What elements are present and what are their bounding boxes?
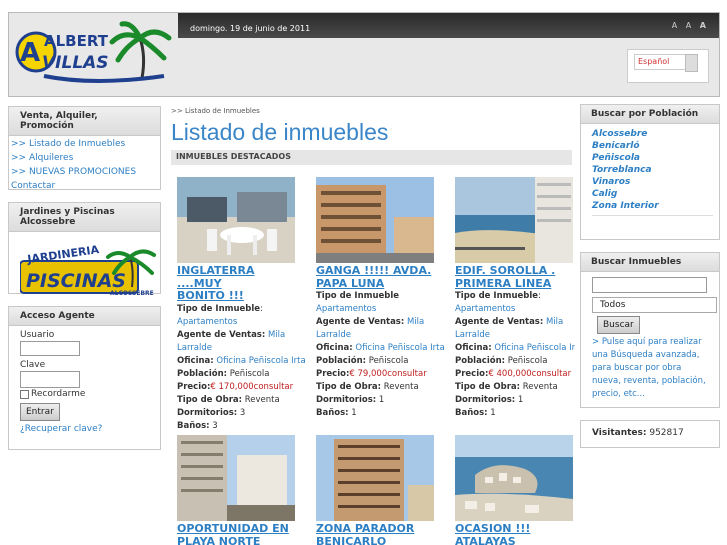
password-label: Clave — [20, 360, 46, 370]
search-select[interactable]: Todos — [592, 297, 717, 313]
garden-banner[interactable]: JARDINERIA PISCINAS ALCOSSEBRE — [19, 239, 160, 301]
listing-title[interactable]: INGLATERRA ....MUY BONITO !!! — [177, 264, 297, 303]
listing-photo[interactable] — [455, 435, 573, 521]
login-button[interactable]: Entrar — [20, 403, 60, 421]
username-input[interactable] — [20, 341, 80, 356]
town-link[interactable]: Benicarló — [592, 140, 719, 152]
site-logo[interactable]: A ALBERT VILLAS — [14, 16, 174, 91]
listing-title[interactable]: EDIF. SOROLLA . PRIMERA LINEA — [455, 264, 575, 290]
listing-title[interactable]: GANGA !!!!! AVDA. PAPA LUNA — [316, 264, 436, 290]
town-link[interactable]: Torreblanca — [592, 164, 719, 176]
password-input[interactable] — [20, 371, 80, 388]
search-box: Buscar Inmuebles Todos Buscar > Pulse aq… — [580, 252, 720, 408]
login-box: Acceso Agente Usuario Clave Recordarme E… — [8, 306, 161, 450]
menu-box: Venta, Alquiler, Promoción >> Listado de… — [8, 106, 161, 193]
town-link[interactable]: Vinaros — [592, 176, 719, 188]
listing-card: OCASION !!! ATALAYAS — [455, 435, 575, 545]
language-box: Español — [627, 49, 709, 83]
garden-box: Jardines y Piscinas Alcossebre JARDINERI… — [8, 202, 161, 297]
town-link[interactable]: Alcossebre — [592, 128, 719, 140]
listing-card: INGLATERRA ....MUY BONITO !!! Tipo de Inm… — [177, 177, 306, 433]
font-small-button[interactable]: A — [672, 21, 680, 30]
listing-title[interactable]: ZONA PARADOR BENICARLO — [316, 522, 436, 545]
menu-item-promociones[interactable]: >> NUEVAS PROMOCIONES — [9, 165, 160, 179]
listing-title[interactable]: OPORTUNIDAD EN PLAYA NORTE — [177, 522, 297, 545]
font-large-button[interactable]: A — [700, 21, 709, 30]
search-button[interactable]: Buscar — [597, 316, 640, 334]
svg-text:ALCOSSEBRE: ALCOSSEBRE — [110, 290, 154, 297]
font-medium-button[interactable]: A — [686, 21, 694, 30]
svg-text:VILLAS: VILLAS — [42, 53, 109, 73]
visitors-box: Visitantes: 952817 — [580, 420, 720, 448]
search-title: Buscar Inmuebles — [581, 253, 719, 272]
towns-box: Buscar por Población Alcossebre Benicarl… — [580, 104, 720, 240]
listing-card: OPORTUNIDAD EN PLAYA NORTE — [177, 435, 297, 545]
search-input[interactable] — [592, 277, 707, 293]
font-size-controls[interactable]: A A A — [672, 21, 709, 30]
listing-card: ZONA PARADOR BENICARLO — [316, 435, 436, 545]
user-label: Usuario — [20, 330, 55, 340]
divider — [592, 215, 713, 216]
svg-text:ALBERT: ALBERT — [44, 32, 109, 50]
listing-photo[interactable] — [316, 435, 434, 521]
visitors-label: Visitantes: — [592, 428, 647, 438]
listing-card: EDIF. SOROLLA . PRIMERA LINEA Tipo de Inm… — [455, 177, 575, 420]
listing-photo[interactable] — [177, 435, 295, 521]
login-title: Acceso Agente — [9, 307, 160, 326]
town-link[interactable]: Peñiscola — [592, 152, 719, 164]
language-select[interactable]: Español — [634, 54, 698, 72]
top-bar: domingo. 19 de junio de 2011 A A A — [178, 13, 719, 38]
listing-photo[interactable] — [316, 177, 434, 263]
menu-item-listado[interactable]: >> Listado de Inmuebles — [9, 137, 160, 151]
remember-checkbox[interactable] — [20, 389, 29, 399]
advanced-search-link[interactable]: > Pulse aquí para realizar una Búsqueda … — [592, 336, 712, 401]
palm-tree-icon — [109, 21, 172, 79]
remember-label: Recordarme — [31, 389, 86, 399]
listing-card: GANGA !!!!! AVDA. PAPA LUNA Tipo de Inmue… — [316, 177, 445, 420]
town-link[interactable]: Calig — [592, 188, 719, 200]
current-date: domingo. 19 de junio de 2011 — [190, 24, 311, 33]
garden-title: Jardines y Piscinas Alcossebre — [9, 203, 160, 232]
town-link[interactable]: Zona Interior — [592, 200, 719, 212]
towns-title: Buscar por Población — [581, 105, 719, 124]
visitors-count: 952817 — [649, 428, 684, 438]
breadcrumb: >> Listado de Inmuebles — [171, 107, 260, 115]
site-header: A ALBERT VILLAS domingo. 19 de junio de … — [8, 12, 720, 97]
menu-title: Venta, Alquiler, Promoción — [9, 107, 160, 136]
menu-item-contactar[interactable]: Contactar — [9, 179, 160, 193]
recover-password-link[interactable]: ¿Recuperar clave? — [20, 424, 102, 434]
page-title: Listado de inmuebles — [171, 119, 389, 145]
featured-heading: INMUEBLES DESTACADOS — [171, 150, 572, 165]
logo-a-glyph: A — [20, 38, 40, 68]
listing-photo[interactable] — [177, 177, 295, 263]
svg-text:PISCINAS: PISCINAS — [26, 270, 126, 292]
listing-photo[interactable] — [455, 177, 573, 263]
listing-title[interactable]: OCASION !!! ATALAYAS — [455, 522, 575, 545]
menu-item-alquileres[interactable]: >> Alquileres — [9, 151, 160, 165]
